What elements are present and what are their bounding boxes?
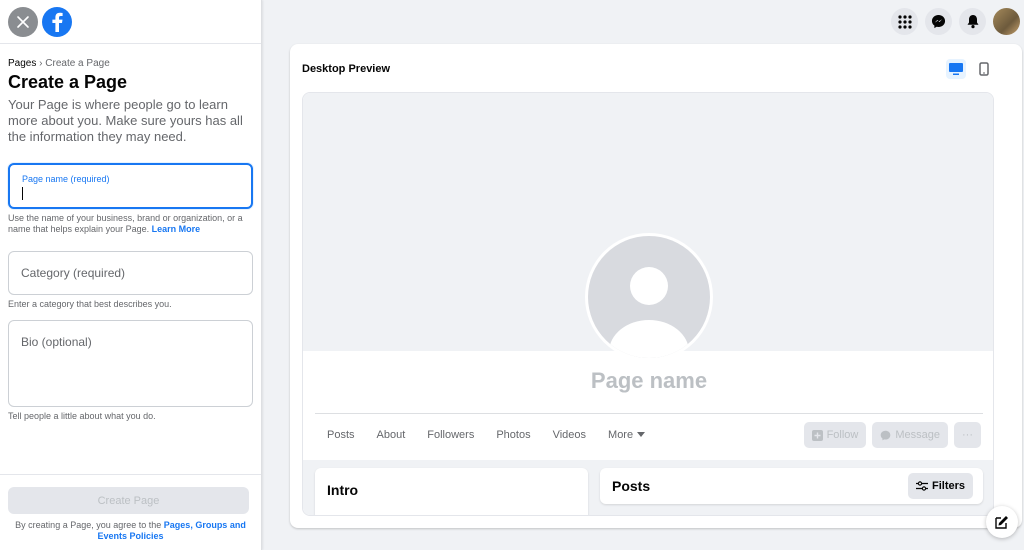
- divider: [315, 413, 983, 414]
- caret-down-icon: [637, 432, 646, 437]
- intro-title: Intro: [327, 482, 359, 498]
- posts-title: Posts: [612, 478, 651, 494]
- create-page-button[interactable]: Create Page: [8, 487, 249, 514]
- close-button[interactable]: [8, 6, 38, 37]
- filters-button[interactable]: Filters: [907, 473, 973, 499]
- messenger-icon: [931, 14, 946, 29]
- bio-hint: Tell people a little about what you do.: [8, 411, 156, 421]
- follow-label: Follow: [826, 429, 859, 441]
- text-cursor: [22, 187, 23, 200]
- filters-icon: [915, 481, 928, 491]
- message-label: Message: [895, 429, 940, 441]
- tab-about[interactable]: About: [377, 429, 406, 441]
- profile-silhouette-icon: [588, 236, 710, 358]
- mobile-icon: [979, 62, 989, 76]
- page-name-preview: Page name: [590, 368, 708, 393]
- page-actions: Follow Message ···: [803, 422, 981, 448]
- category-field[interactable]: Category (required): [8, 251, 253, 295]
- profile-picture: [585, 233, 713, 361]
- notifications-bell-icon: [967, 15, 978, 29]
- create-page-sidebar: Pages › Create a Page Create a Page Your…: [0, 0, 262, 550]
- breadcrumb-separator: ›: [39, 58, 43, 69]
- mobile-preview-button[interactable]: [974, 59, 994, 79]
- new-message-button[interactable]: [986, 506, 1018, 538]
- facebook-logo[interactable]: [42, 6, 72, 37]
- sidebar-footer: Create Page By creating a Page, you agre…: [0, 474, 261, 550]
- notifications-button[interactable]: [959, 8, 986, 35]
- page-tabs: Posts About Followers Photos Videos More: [327, 429, 667, 441]
- desktop-preview-card: Desktop Preview Page name Posts About Fo…: [290, 44, 1022, 528]
- compose-icon: [995, 516, 1008, 529]
- desktop-icon: [949, 63, 963, 75]
- bio-field[interactable]: Bio (optional): [8, 320, 253, 407]
- sidebar-form: Pages › Create a Page Create a Page Your…: [0, 44, 261, 422]
- desktop-preview-button[interactable]: [946, 59, 966, 79]
- tab-followers[interactable]: Followers: [427, 429, 474, 441]
- page-description: Your Page is where people go to learn mo…: [8, 97, 243, 144]
- follow-icon: [811, 429, 823, 441]
- tab-posts[interactable]: Posts: [327, 429, 355, 441]
- tab-videos[interactable]: Videos: [553, 429, 586, 441]
- menu-button[interactable]: [891, 8, 918, 35]
- page-body: Intro Posts Filters: [303, 460, 993, 515]
- terms-text: By creating a Page, you agree to the Pag…: [8, 520, 253, 542]
- more-actions-button[interactable]: ···: [954, 422, 981, 448]
- follow-button[interactable]: Follow: [803, 422, 867, 448]
- device-toggle: [946, 59, 994, 79]
- menu-grid-icon: [897, 14, 912, 29]
- header-actions: [891, 8, 1020, 35]
- page-name-hint: Use the name of your business, brand or …: [8, 213, 253, 235]
- breadcrumb: Pages › Create a Page: [8, 58, 253, 69]
- sidebar-top-bar: [0, 0, 261, 44]
- message-button[interactable]: Message: [872, 422, 948, 448]
- tab-more-label: More: [608, 429, 634, 441]
- messenger-button[interactable]: [925, 8, 952, 35]
- page-preview: Page name Posts About Followers Photos V…: [302, 92, 994, 516]
- learn-more-link[interactable]: Learn More: [152, 224, 201, 234]
- tab-photos[interactable]: Photos: [496, 429, 530, 441]
- avatar[interactable]: [993, 8, 1020, 35]
- category-hint: Enter a category that best describes you…: [8, 299, 172, 309]
- page-title: Create a Page: [8, 72, 128, 92]
- terms-prefix: By creating a Page, you agree to the: [15, 520, 162, 530]
- breadcrumb-pages-link[interactable]: Pages: [8, 58, 36, 69]
- category-placeholder: Category (required): [21, 266, 126, 280]
- close-icon: [17, 15, 29, 28]
- messenger-icon: [881, 430, 891, 440]
- breadcrumb-current: Create a Page: [45, 58, 110, 69]
- preview-title: Desktop Preview: [302, 63, 391, 75]
- tab-more[interactable]: More: [608, 429, 646, 441]
- filters-label: Filters: [931, 480, 965, 492]
- intro-card: Intro: [315, 468, 588, 515]
- posts-card: Posts Filters: [600, 468, 983, 504]
- facebook-f-icon: [52, 12, 63, 32]
- page-name-field[interactable]: Page name (required): [8, 163, 253, 209]
- page-name-label: Page name (required): [22, 174, 110, 184]
- page-name-hint-text: Use the name of your business, brand or …: [8, 213, 243, 234]
- bio-placeholder: Bio (optional): [21, 335, 92, 349]
